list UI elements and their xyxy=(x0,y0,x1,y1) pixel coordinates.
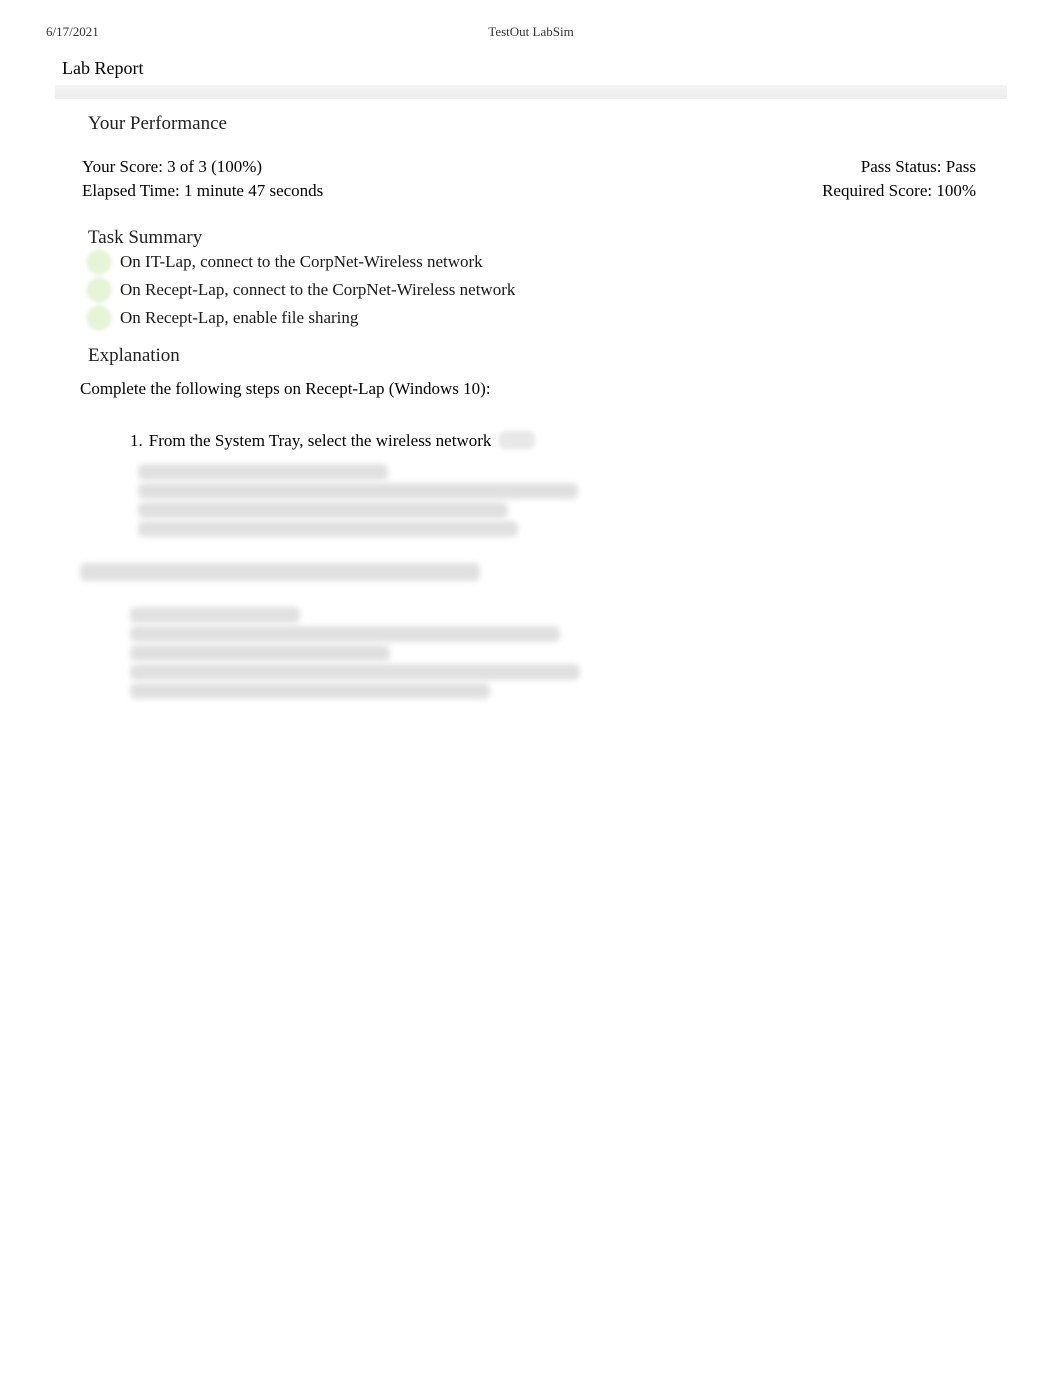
blurred-list xyxy=(0,584,1062,699)
task-item: On Recept-Lap, connect to the CorpNet-Wi… xyxy=(0,277,1062,305)
blurred-paragraph xyxy=(0,540,1062,581)
header-app-title: TestOut LabSim xyxy=(488,24,573,40)
check-icon xyxy=(88,279,110,301)
pass-status: Pass Status: Pass xyxy=(861,157,976,177)
blurred-section xyxy=(0,453,1062,537)
performance-row-1: Your Score: 3 of 3 (100%) Pass Status: P… xyxy=(0,135,1062,177)
divider xyxy=(55,85,1007,99)
task-item: On Recept-Lap, enable file sharing xyxy=(0,305,1062,333)
step-list: 1. From the System Tray, select the wire… xyxy=(0,399,1062,453)
task-summary-heading: Task Summary xyxy=(0,201,1062,249)
task-text: On Recept-Lap, enable file sharing xyxy=(120,308,358,328)
task-text: On IT-Lap, connect to the CorpNet-Wirele… xyxy=(120,252,483,272)
step-number: 1. xyxy=(130,431,143,451)
task-text: On Recept-Lap, connect to the CorpNet-Wi… xyxy=(120,280,515,300)
explanation-intro: Complete the following steps on Recept-L… xyxy=(0,367,1062,399)
elapsed-time: Elapsed Time: 1 minute 47 seconds xyxy=(82,181,323,201)
step-item: 1. From the System Tray, select the wire… xyxy=(130,429,1062,453)
blurred-content xyxy=(499,431,535,449)
performance-heading: Your Performance xyxy=(0,99,1062,135)
explanation-heading: Explanation xyxy=(0,333,1062,367)
required-score: Required Score: 100% xyxy=(822,181,976,201)
page-header: 6/17/2021 TestOut LabSim xyxy=(0,0,1062,40)
task-item: On IT-Lap, connect to the CorpNet-Wirele… xyxy=(0,249,1062,277)
check-icon xyxy=(88,307,110,329)
lab-report-title: Lab Report xyxy=(0,40,1062,85)
step-text: From the System Tray, select the wireles… xyxy=(149,431,492,451)
score-label: Your Score: 3 of 3 (100%) xyxy=(82,157,262,177)
check-icon xyxy=(88,251,110,273)
performance-row-2: Elapsed Time: 1 minute 47 seconds Requir… xyxy=(0,177,1062,201)
